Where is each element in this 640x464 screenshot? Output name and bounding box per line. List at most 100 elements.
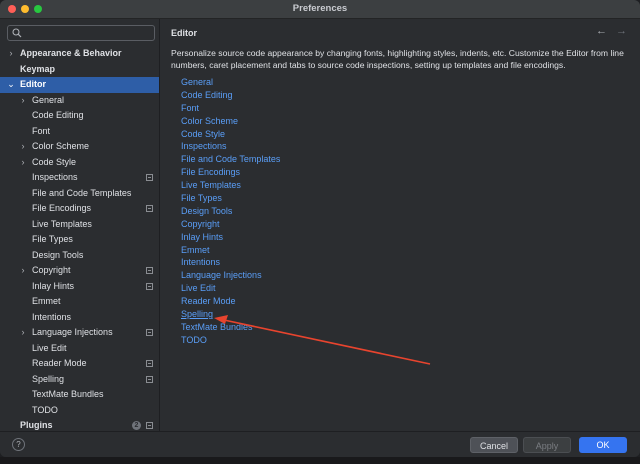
sidebar-item-label: TODO: [32, 404, 58, 415]
sidebar-item-label: General: [32, 94, 65, 105]
sidebar-item-label: File Encodings: [32, 203, 92, 213]
chevron-right-icon[interactable]: ›: [18, 155, 28, 171]
settings-tree: › Appearance & Behavior Keymap ⌄ Editor › Gene…: [0, 46, 159, 434]
ok-button[interactable]: OK: [579, 437, 627, 453]
sidebar-item-inlay-hints[interactable]: Inlay Hints: [0, 279, 159, 295]
link-emmet[interactable]: Emmet: [181, 244, 280, 257]
link-spelling[interactable]: Spelling: [181, 308, 280, 321]
project-level-icon: [146, 282, 153, 290]
apply-button[interactable]: Apply: [523, 437, 571, 453]
sidebar-item-inspections[interactable]: Inspections: [0, 170, 159, 186]
link-copyright[interactable]: Copyright: [181, 218, 280, 231]
sidebar-item-todo[interactable]: TODO: [0, 403, 159, 419]
search-icon: [12, 28, 22, 38]
project-level-icon: [146, 360, 153, 367]
sidebar-item-label: Copyright: [32, 265, 71, 275]
link-file-and-code-templates[interactable]: File and Code Templates: [181, 153, 280, 166]
sidebar-item-font[interactable]: Font: [0, 124, 159, 140]
update-count-badge: 2: [132, 421, 141, 430]
link-file-encodings[interactable]: File Encodings: [181, 166, 280, 179]
sidebar-item-label: Design Tools: [32, 249, 84, 260]
link-font[interactable]: Font: [181, 102, 280, 115]
sidebar-item-label: Inspections: [32, 172, 78, 182]
link-intentions[interactable]: Intentions: [181, 256, 280, 269]
sidebar-item-reader-mode[interactable]: Reader Mode: [0, 356, 159, 372]
cancel-button[interactable]: Cancel: [470, 437, 518, 453]
search-input[interactable]: [25, 26, 150, 40]
sidebar-item-label: Code Style: [32, 156, 77, 167]
sidebar-item-code-editing[interactable]: Code Editing: [0, 108, 159, 124]
project-level-icon: [146, 329, 153, 336]
link-language-injections[interactable]: Language Injections: [181, 269, 280, 282]
settings-search[interactable]: [7, 25, 155, 41]
sidebar-item-label: Live Edit: [32, 342, 67, 353]
chevron-right-icon[interactable]: ›: [18, 263, 28, 279]
sidebar-item-file-encodings[interactable]: File Encodings: [0, 201, 159, 217]
sidebar-item-label: Language Injections: [32, 327, 113, 337]
link-live-templates[interactable]: Live Templates: [181, 179, 280, 192]
sidebar-item-label: Spelling: [32, 373, 65, 384]
sidebar-item-live-templates[interactable]: Live Templates: [0, 217, 159, 233]
sidebar-item-label: File and Code Templates: [32, 187, 132, 198]
link-code-editing[interactable]: Code Editing: [181, 89, 280, 102]
sidebar-item-spelling[interactable]: Spelling: [0, 372, 159, 388]
sidebar-item-copyright[interactable]: › Copyright: [0, 263, 159, 279]
sidebar-item-label: Reader Mode: [32, 358, 87, 368]
window-title: Preferences: [292, 3, 348, 14]
dialog-footer: ? Cancel Apply OK: [0, 431, 640, 457]
link-file-types[interactable]: File Types: [181, 192, 280, 205]
settings-sidebar: › Appearance & Behavior Keymap ⌄ Editor › Gene…: [0, 19, 160, 431]
sidebar-item-textmate-bundles[interactable]: TextMate Bundles: [0, 387, 159, 403]
sidebar-item-design-tools[interactable]: Design Tools: [0, 248, 159, 264]
sidebar-item-emmet[interactable]: Emmet: [0, 294, 159, 310]
sidebar-item-label: Appearance & Behavior: [20, 48, 122, 58]
sidebar-item-intentions[interactable]: Intentions: [0, 310, 159, 326]
link-reader-mode[interactable]: Reader Mode: [181, 295, 280, 308]
preferences-window: Preferences › Appearance & Behavior Keymap…: [0, 0, 640, 457]
link-live-edit[interactable]: Live Edit: [181, 282, 280, 295]
editor-subpage-links: General Code Editing Font Color Scheme Code …: [181, 76, 280, 347]
sidebar-item-color-scheme[interactable]: › Color Scheme: [0, 139, 159, 155]
sidebar-item-live-edit[interactable]: Live Edit: [0, 341, 159, 357]
sidebar-item-language-injections[interactable]: › Language Injections: [0, 325, 159, 341]
sidebar-item-label: Editor: [20, 79, 46, 89]
chevron-right-icon[interactable]: ›: [18, 139, 28, 155]
project-level-icon: [146, 174, 153, 181]
sidebar-item-label: TextMate Bundles: [32, 389, 104, 399]
sidebar-item-editor[interactable]: ⌄ Editor: [0, 77, 159, 93]
sidebar-item-label: Color Scheme: [32, 141, 90, 151]
sidebar-item-appearance-behavior[interactable]: › Appearance & Behavior: [0, 46, 159, 62]
chevron-down-icon[interactable]: ⌄: [6, 77, 16, 93]
sidebar-item-general[interactable]: › General: [0, 93, 159, 109]
link-design-tools[interactable]: Design Tools: [181, 205, 280, 218]
sidebar-item-file-types[interactable]: File Types: [0, 232, 159, 248]
link-textmate-bundles[interactable]: TextMate Bundles: [181, 321, 280, 334]
help-button[interactable]: ?: [12, 438, 25, 451]
title-bar: Preferences: [0, 0, 640, 19]
taskbar-strip: [0, 457, 640, 464]
page-description: Personalize source code appearance by ch…: [171, 48, 624, 70]
back-arrow-icon[interactable]: ←: [596, 25, 607, 37]
breadcrumb: Editor: [171, 28, 197, 38]
link-inspections[interactable]: Inspections: [181, 140, 280, 153]
forward-arrow-icon[interactable]: →: [616, 25, 627, 37]
sidebar-item-label: Inlay Hints: [32, 280, 75, 291]
chevron-right-icon[interactable]: ›: [6, 46, 16, 62]
link-color-scheme[interactable]: Color Scheme: [181, 115, 280, 128]
link-code-style[interactable]: Code Style: [181, 128, 280, 141]
project-level-icon: [146, 422, 153, 429]
link-todo[interactable]: TODO: [181, 334, 280, 347]
sidebar-item-label: Live Templates: [32, 218, 92, 229]
sidebar-item-keymap[interactable]: Keymap: [0, 62, 159, 78]
sidebar-item-label: Emmet: [32, 296, 61, 306]
link-inlay-hints[interactable]: Inlay Hints: [181, 231, 280, 244]
sidebar-item-label: Intentions: [32, 311, 72, 322]
project-level-icon: [146, 375, 153, 383]
sidebar-item-label: Keymap: [20, 63, 56, 74]
chevron-right-icon[interactable]: ›: [18, 325, 28, 341]
sidebar-item-file-and-code-templates[interactable]: File and Code Templates: [0, 186, 159, 202]
chevron-right-icon[interactable]: ›: [18, 93, 28, 109]
sidebar-item-label: File Types: [32, 234, 73, 244]
sidebar-item-code-style[interactable]: › Code Style: [0, 155, 159, 171]
link-general[interactable]: General: [181, 76, 280, 89]
